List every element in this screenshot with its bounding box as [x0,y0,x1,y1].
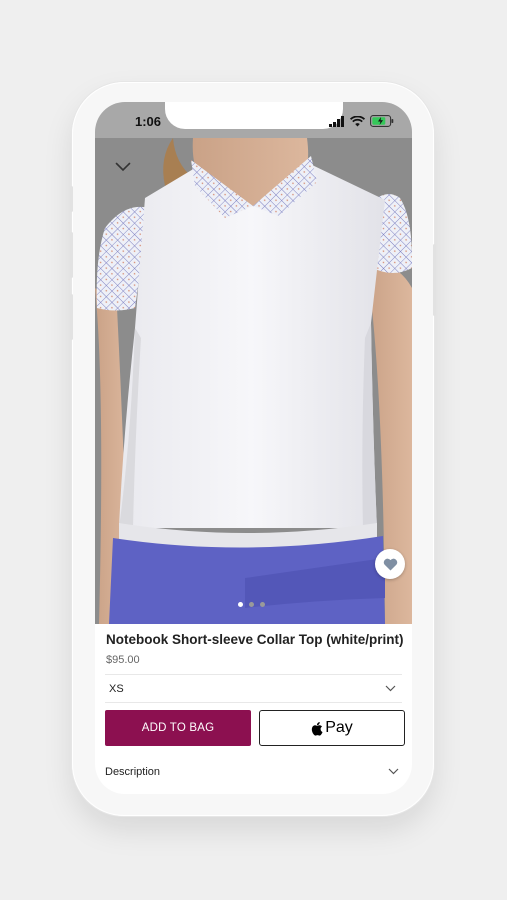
description-label: Description [105,766,161,778]
description-accordion[interactable]: Description [105,762,405,784]
apple-pay-label: Pay [325,719,353,736]
status-icons [329,114,394,128]
image-pagination-dots[interactable] [238,602,265,607]
heart-icon [383,558,397,571]
divider [105,702,402,703]
divider [105,674,402,675]
phone-side-button [70,186,73,212]
product-image[interactable] [95,138,412,624]
pagination-dot[interactable] [249,602,254,607]
phone-volume-up [70,232,73,278]
product-title: Notebook Short-sleeve Collar Top (white/… [106,632,404,647]
pagination-dot[interactable] [238,602,243,607]
phone-frame: 1:06 Notebook Short-sleeve Collar Top (w… [70,82,436,816]
battery-icon [370,115,394,127]
phone-power-button [433,244,436,316]
pagination-dot[interactable] [260,602,265,607]
apple-logo-icon [312,721,323,736]
product-price: $95.00 [106,654,140,666]
apple-pay-button[interactable]: Pay [259,710,405,746]
size-selector[interactable]: XS [105,676,402,702]
size-value: XS [109,683,124,695]
chevron-down-icon [388,768,399,775]
phone-volume-down [70,294,73,340]
app-screen: 1:06 Notebook Short-sleeve Collar Top (w… [95,102,412,794]
signal-icon [329,115,344,127]
wifi-icon [350,115,365,126]
notch [165,102,343,129]
status-time: 1:06 [135,114,162,129]
chevron-down-icon[interactable] [115,162,131,172]
add-to-bag-button[interactable]: ADD TO BAG [105,710,251,746]
product-photo [95,138,412,624]
favorite-button[interactable] [375,549,405,579]
chevron-down-icon [385,685,396,692]
